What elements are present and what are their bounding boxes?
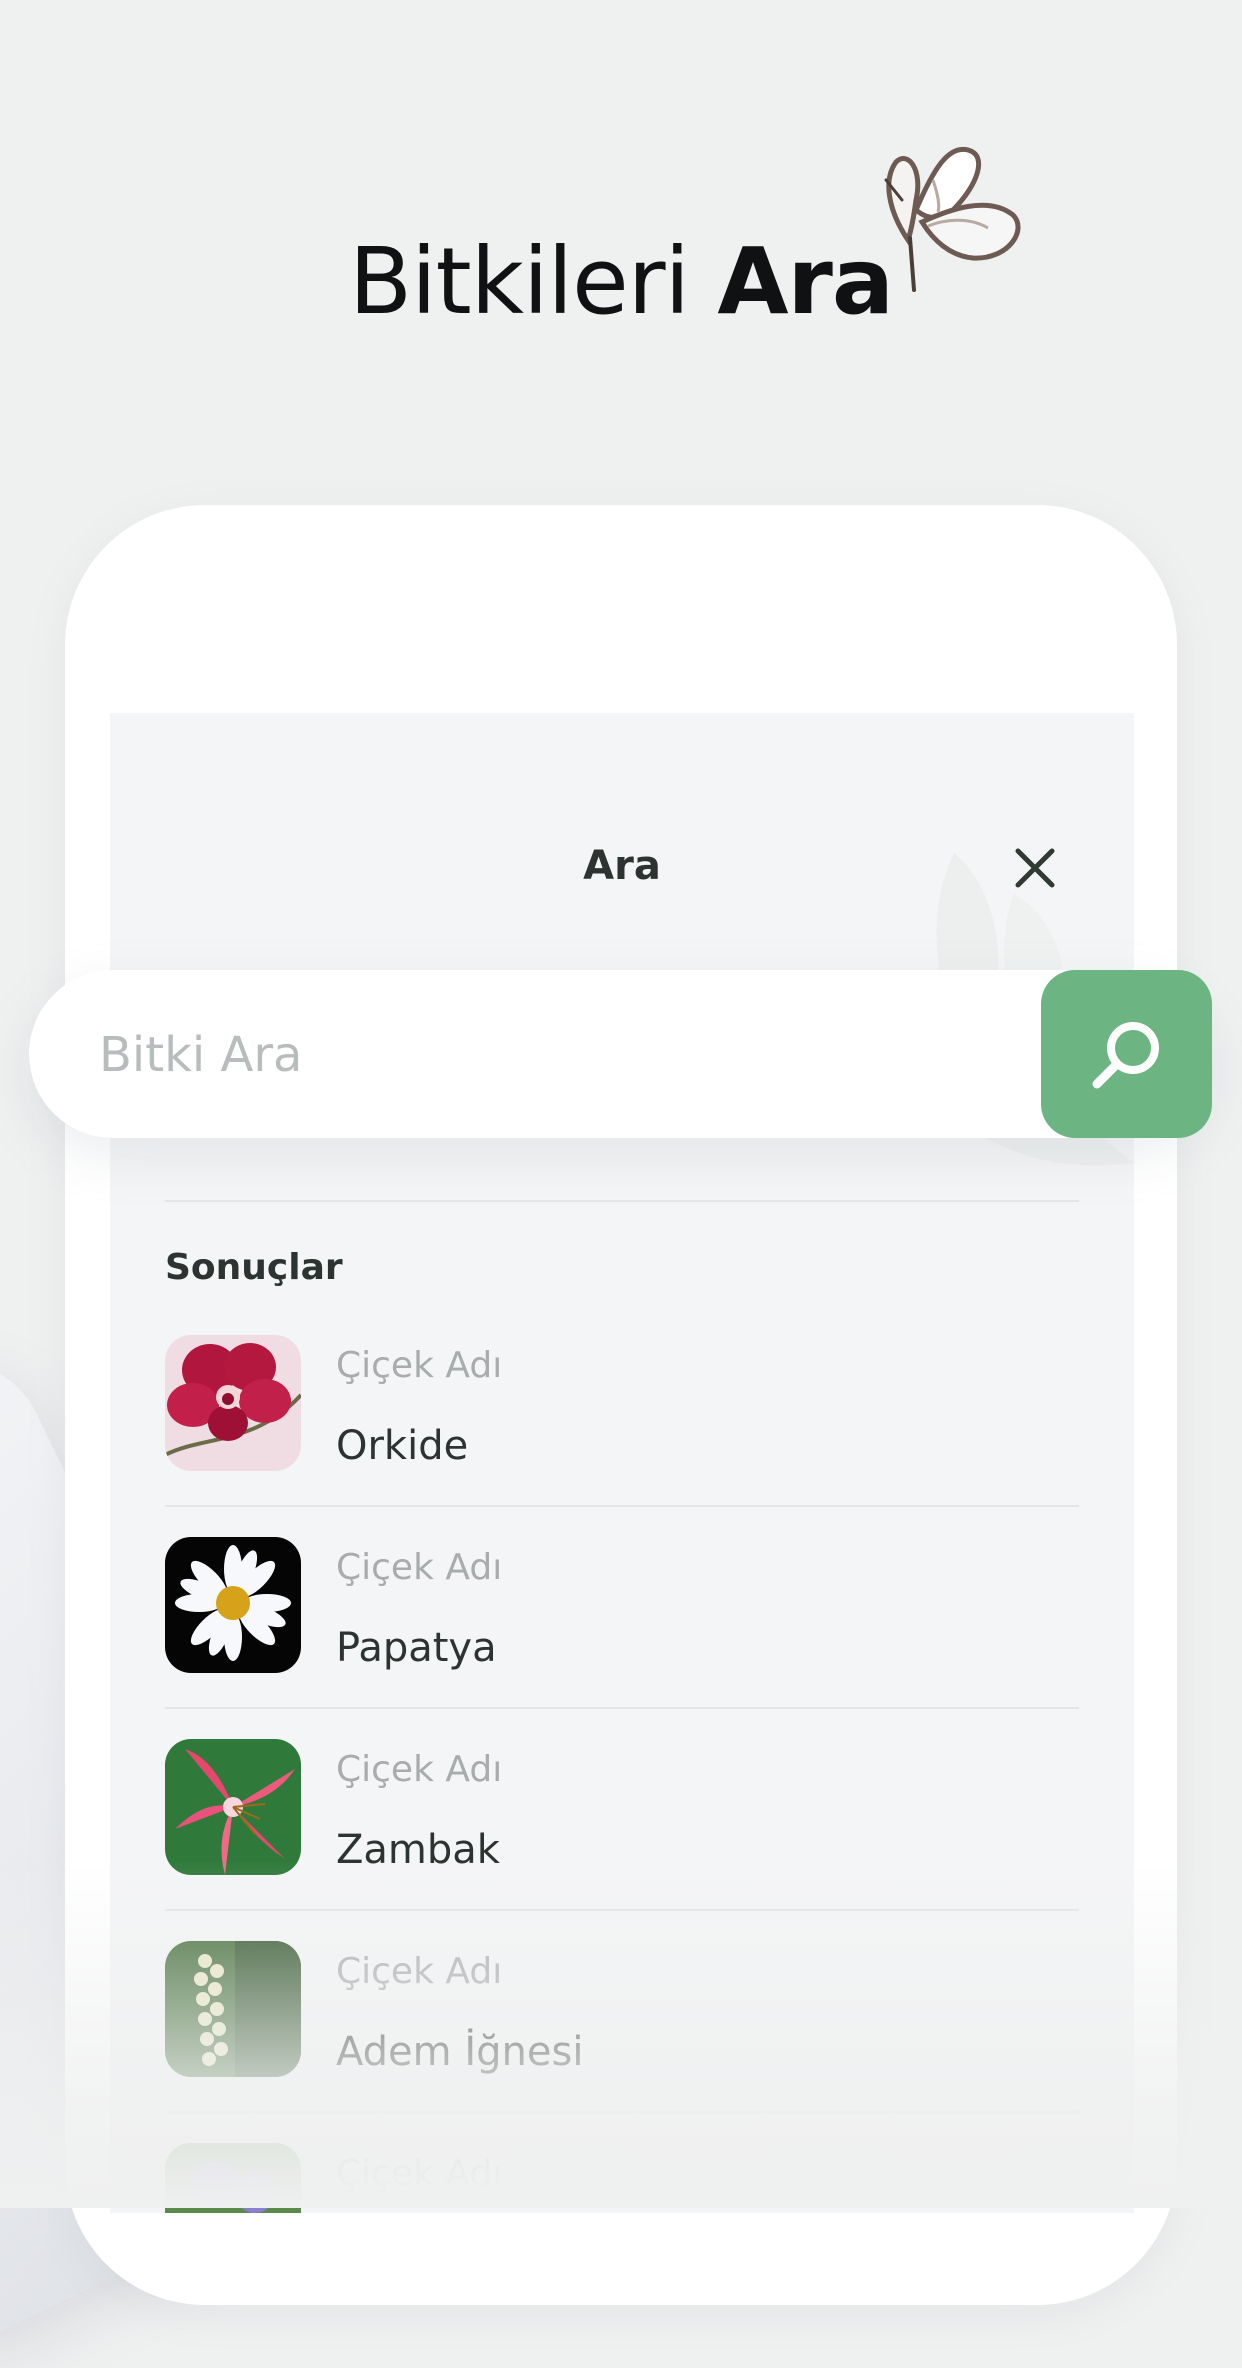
item-divider: [165, 2111, 1079, 2113]
orchid-image: [165, 1335, 301, 1471]
item-label: Çiçek Adı: [336, 1749, 503, 1790]
item-name: Adem İğnesi: [336, 2029, 584, 2075]
app-screen: Ara Sonuçlar Çiçek Adı Orkide Çiçek Adı …: [110, 713, 1134, 2213]
list-item[interactable]: Çiçek Adı Papatya: [165, 1537, 1079, 1739]
search-button[interactable]: [1041, 970, 1212, 1138]
item-divider: [165, 1909, 1079, 1911]
item-divider: [165, 1505, 1079, 1507]
screen-title: Ara: [583, 843, 661, 889]
lily-image: [165, 1739, 301, 1875]
page-headline: Bitkileri Ara: [0, 236, 1242, 328]
close-button[interactable]: [1008, 841, 1062, 895]
item-label: Çiçek Adı: [336, 1547, 503, 1588]
butterfly-icon: [884, 146, 1021, 292]
item-label: Çiçek Adı: [336, 2153, 503, 2194]
results-divider: [165, 1200, 1079, 1202]
search-bar: [29, 970, 1212, 1138]
list-item[interactable]: Çiçek Adı Orkide: [165, 1335, 1079, 1537]
close-icon: [1015, 848, 1055, 888]
search-icon: [1092, 1022, 1159, 1089]
item-label: Çiçek Adı: [336, 1951, 503, 1992]
flower-image: [165, 2143, 301, 2213]
results-list: Çiçek Adı Orkide Çiçek Adı Papatya Çiçek…: [165, 1335, 1079, 2213]
item-label: Çiçek Adı: [336, 1345, 503, 1386]
list-item[interactable]: Çiçek Adı: [165, 2143, 1079, 2213]
headline-light-text: Bitkileri: [348, 228, 690, 335]
item-divider: [165, 1707, 1079, 1709]
item-name: Papatya: [336, 1625, 497, 1671]
adams-needle-image: [165, 1941, 301, 2077]
search-input[interactable]: [97, 1010, 1001, 1100]
list-item[interactable]: Çiçek Adı Adem İğnesi: [165, 1941, 1079, 2143]
headline-bold-text: Ara: [717, 228, 894, 335]
item-name: Zambak: [336, 1827, 500, 1873]
item-name: Orkide: [336, 1423, 469, 1469]
results-heading: Sonuçlar: [165, 1247, 343, 1288]
list-item[interactable]: Çiçek Adı Zambak: [165, 1739, 1079, 1941]
daisy-image: [165, 1537, 301, 1673]
